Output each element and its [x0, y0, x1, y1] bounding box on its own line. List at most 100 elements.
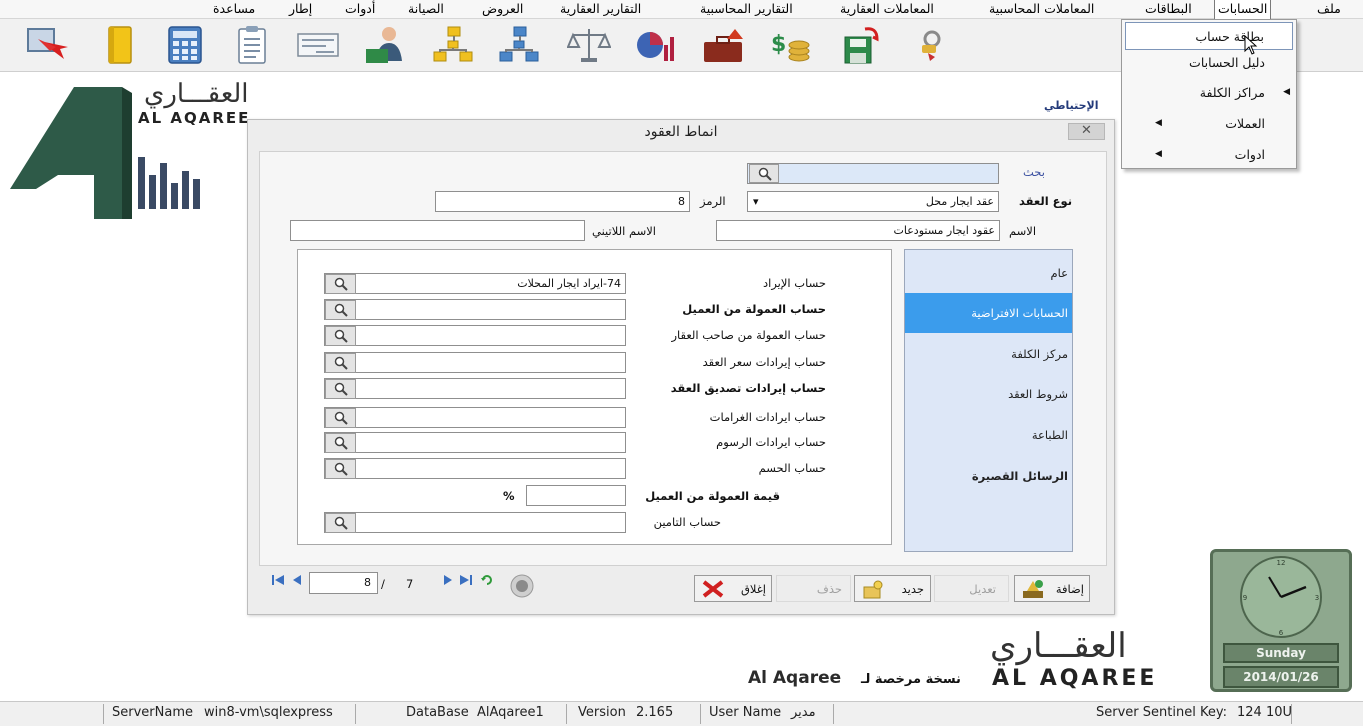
menu-maintenance[interactable]: الصيانة: [408, 0, 444, 19]
search-button[interactable]: [325, 513, 356, 533]
status-bar: ServerName win8-vm\sqlexpress DataBase A…: [0, 701, 1363, 726]
account-field[interactable]: [324, 352, 626, 373]
tab-sms[interactable]: الرسائل القصيرة: [905, 456, 1072, 496]
tree-chart-icon[interactable]: [431, 25, 475, 65]
record-position-field[interactable]: 8: [309, 572, 378, 594]
new-record-icon: [863, 580, 883, 599]
book-icon[interactable]: [97, 25, 141, 65]
money-coins-icon[interactable]: $: [769, 25, 813, 65]
search-button[interactable]: [325, 274, 356, 294]
dialog-close-button[interactable]: ✕: [1068, 123, 1105, 140]
dd-tools-label: ادوات: [1234, 147, 1265, 162]
account-label: حساب الحسم: [758, 461, 826, 475]
name-field[interactable]: عقود ايجار مستودعات: [716, 220, 1000, 241]
new-button[interactable]: جديد: [854, 575, 931, 602]
first-record-button[interactable]: [271, 573, 285, 587]
search-button[interactable]: [325, 379, 356, 399]
menu-frame[interactable]: إطار: [289, 0, 312, 19]
account-field[interactable]: [324, 299, 626, 320]
account-field[interactable]: 74-ايراد ايجار المحلات: [324, 273, 626, 294]
insurance-account-field[interactable]: [324, 512, 626, 533]
latin-name-field[interactable]: [290, 220, 585, 241]
menu-tools[interactable]: أدوات: [345, 0, 375, 19]
contract-type-select[interactable]: عقد ايجار محل ▾: [747, 191, 999, 212]
tab-default-accounts[interactable]: الحسابات الافتراضية: [905, 293, 1072, 333]
dd-currencies[interactable]: العملات ◀: [1125, 110, 1293, 138]
pie-chart-icon[interactable]: [634, 25, 678, 65]
tab-general[interactable]: عام: [905, 253, 1072, 293]
close-button[interactable]: إغلاق: [694, 575, 772, 602]
dd-cost-centers[interactable]: مراكز الكلفة ◀: [1125, 79, 1293, 107]
day-value: Sunday: [1256, 646, 1306, 660]
code-label: الرمز: [700, 194, 726, 208]
menu-offers[interactable]: العروض: [482, 0, 523, 19]
add-button[interactable]: إضافة: [1014, 575, 1090, 602]
previous-record-button[interactable]: [290, 573, 304, 587]
clipboard-icon[interactable]: [230, 25, 274, 65]
refresh-icon[interactable]: [480, 573, 494, 587]
menu-property-transactions[interactable]: المعاملات العقارية: [840, 0, 934, 19]
svg-text:12: 12: [1277, 559, 1286, 567]
menu-accounting-reports[interactable]: التقارير المحاسبية: [700, 0, 793, 19]
menu-cards[interactable]: البطاقات: [1145, 0, 1192, 19]
search-button[interactable]: [325, 408, 356, 428]
user-desk-icon[interactable]: [364, 25, 408, 65]
cheque-icon[interactable]: [296, 25, 340, 65]
search-input[interactable]: [747, 163, 999, 184]
add-button-label: إضافة: [1055, 582, 1084, 596]
svg-text:$: $: [771, 32, 786, 57]
code-value: 8: [678, 195, 685, 208]
balance-scale-icon[interactable]: [566, 25, 612, 65]
search-icon: [758, 167, 772, 181]
save-disk-icon[interactable]: [837, 25, 881, 65]
account-label: حساب العمولة من العميل: [682, 302, 826, 316]
org-chart-icon[interactable]: [497, 25, 541, 65]
dd-tools[interactable]: ادوات ◀: [1125, 141, 1293, 169]
sentinel-label: Server Sentinel Key:: [1096, 705, 1227, 720]
dd-chart-of-accounts[interactable]: دليل الحسابات: [1125, 49, 1293, 77]
record-separator: /: [381, 577, 385, 591]
tab-contract-terms[interactable]: شروط العقد: [905, 374, 1072, 414]
edit-button-label: تعديل: [969, 582, 996, 596]
search-button[interactable]: [325, 326, 356, 346]
tab-cost-center[interactable]: مركز الكلفة: [905, 334, 1072, 374]
next-record-button[interactable]: [441, 573, 455, 587]
search-icon: [334, 516, 348, 530]
account-field[interactable]: [324, 378, 626, 399]
name-label: الاسم: [1009, 224, 1037, 238]
last-record-button[interactable]: [459, 573, 473, 587]
account-field[interactable]: [324, 325, 626, 346]
status-divider: [700, 704, 701, 724]
code-field[interactable]: 8: [435, 191, 690, 212]
key-tag-icon[interactable]: [910, 25, 954, 65]
account-label: حساب ايرادات الرسوم: [716, 435, 826, 449]
day-plate: Sunday: [1223, 643, 1339, 663]
dd-account-card[interactable]: بطاقة حساب: [1125, 22, 1293, 50]
menu-accounts[interactable]: الحسابات: [1214, 0, 1272, 20]
account-field[interactable]: [324, 458, 626, 479]
search-button[interactable]: [325, 300, 356, 320]
search-button[interactable]: [325, 353, 356, 373]
footer-logo-latin: AL AQAREE: [992, 666, 1158, 691]
chevron-down-icon: ▾: [753, 195, 759, 208]
account-field[interactable]: [324, 407, 626, 428]
tab-list: عام الحسابات الافتراضية مركز الكلفة شروط…: [904, 249, 1073, 552]
menu-file[interactable]: ملف: [1317, 0, 1341, 19]
briefcase-house-icon[interactable]: [701, 25, 745, 65]
status-divider: [566, 704, 567, 724]
search-button[interactable]: [749, 164, 779, 183]
menu-help[interactable]: مساعدة: [213, 0, 255, 19]
search-button[interactable]: [325, 433, 356, 453]
date-value: 2014/01/26: [1243, 670, 1319, 684]
exit-arrow-icon[interactable]: [26, 25, 70, 65]
commission-field[interactable]: [526, 485, 626, 506]
menu-accounting-transactions[interactable]: المعاملات المحاسبية: [989, 0, 1094, 19]
account-field[interactable]: [324, 432, 626, 453]
calculator-icon[interactable]: [163, 25, 207, 65]
menu-property-reports[interactable]: التقارير العقارية: [560, 0, 641, 19]
tab-printing[interactable]: الطباعة: [905, 415, 1072, 455]
delete-button[interactable]: حذف: [776, 575, 851, 602]
insurance-account-label: حساب التامين: [653, 515, 721, 529]
edit-button[interactable]: تعديل: [934, 575, 1009, 602]
search-button[interactable]: [325, 459, 356, 479]
